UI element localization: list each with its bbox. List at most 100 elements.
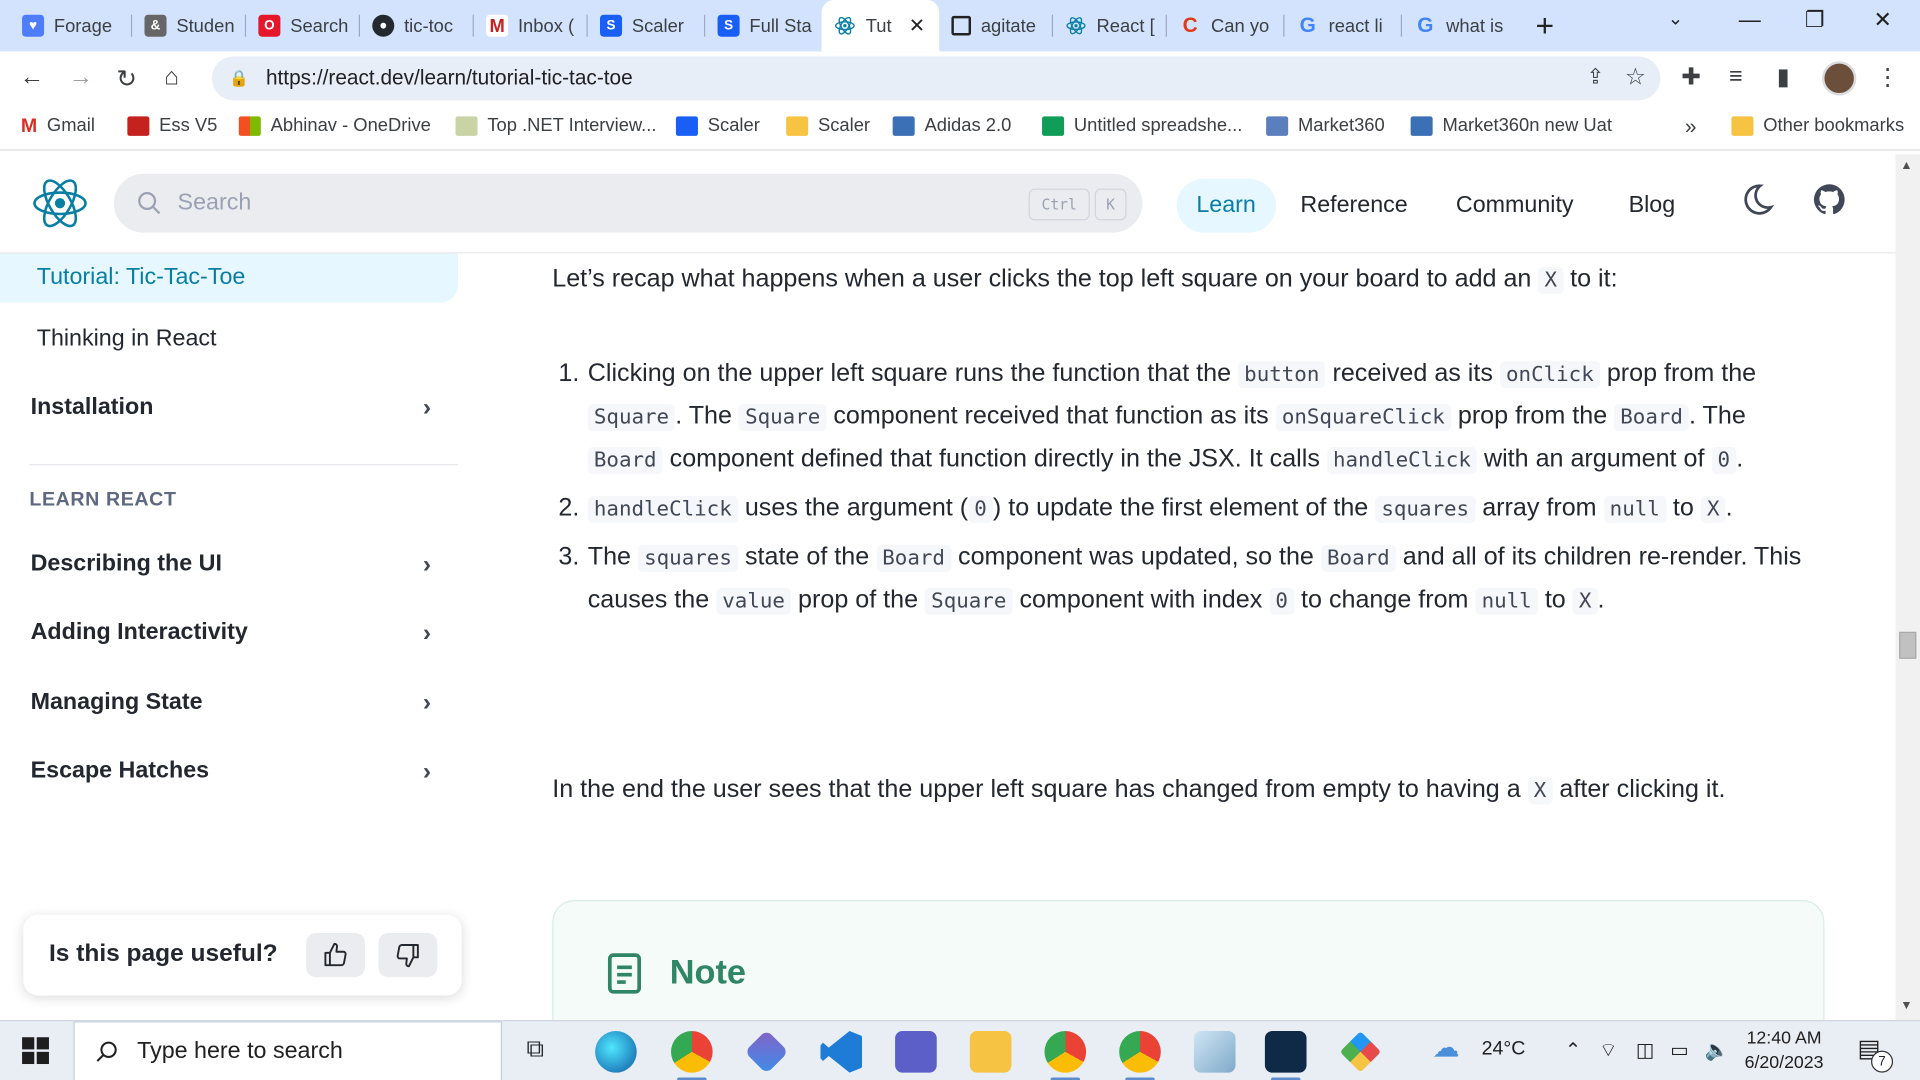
bookmark-spreadsheet[interactable]: Untitled spreadshe... bbox=[1042, 115, 1242, 136]
browser-tab[interactable]: C Can yo bbox=[1167, 5, 1285, 47]
extensions-icon[interactable]: ✚ bbox=[1681, 64, 1700, 92]
github-icon[interactable] bbox=[1811, 181, 1848, 218]
site-search-input[interactable]: Search Ctrl K bbox=[113, 173, 1143, 233]
windows-start-icon[interactable] bbox=[22, 1037, 49, 1065]
github-icon: ● bbox=[372, 14, 395, 37]
bookmark-onedrive[interactable]: Abhinav - OneDrive bbox=[238, 115, 431, 136]
weather-icon[interactable]: ☁ bbox=[1433, 1032, 1460, 1064]
minimize-icon[interactable]: — bbox=[1739, 7, 1761, 33]
sidebar-item-escape-hatches[interactable]: Escape Hatches › bbox=[0, 754, 458, 788]
task-view-icon[interactable]: ⧉ bbox=[527, 1036, 544, 1064]
browser-tab[interactable]: S Scaler bbox=[588, 5, 706, 47]
back-icon[interactable]: ← bbox=[20, 64, 44, 92]
browser-tab[interactable]: Gwhat is bbox=[1402, 5, 1520, 47]
list-item: 1. Clicking on the upper left square runs… bbox=[558, 358, 1757, 474]
lock-icon[interactable]: 🔒 bbox=[229, 69, 249, 89]
browser-tab[interactable]: agitate bbox=[939, 5, 1054, 47]
bookmark-scaler-folder[interactable]: Scaler bbox=[786, 115, 870, 136]
forward-icon[interactable]: → bbox=[69, 64, 93, 92]
sidebar-item-tutorial[interactable]: Tutorial: Tic-Tac-Toe bbox=[0, 253, 458, 303]
browser-tab[interactable]: S Full Sta bbox=[705, 5, 821, 47]
bookmark-dotnet[interactable]: Top .NET Interview... bbox=[455, 115, 656, 136]
forage-icon: ♥ bbox=[22, 14, 45, 37]
site-header: Search Ctrl K Learn Reference Community … bbox=[0, 154, 1920, 254]
taskbar-search-placeholder: Type here to search bbox=[137, 1037, 343, 1064]
file-explorer-icon[interactable] bbox=[969, 1031, 1012, 1073]
close-window-icon[interactable]: ✕ bbox=[1873, 7, 1891, 33]
close-tab-icon[interactable]: ✕ bbox=[909, 13, 925, 37]
chrome-icon[interactable] bbox=[671, 1031, 713, 1080]
address-bar[interactable]: 🔒 https://react.dev/learn/tutorial-tic-t… bbox=[211, 56, 1661, 101]
bookmark-adidas[interactable]: Adidas 2.0 bbox=[892, 115, 1011, 136]
scrollbar-thumb[interactable] bbox=[1899, 631, 1917, 659]
bookmarks-bar: M Gmail Ess V5 Abhinav - OneDrive Top .NE… bbox=[0, 105, 1920, 151]
scroll-down-icon[interactable]: ▼ bbox=[1900, 999, 1912, 1012]
edge-icon[interactable] bbox=[595, 1031, 637, 1073]
battery-icon[interactable]: ▭ bbox=[1670, 1038, 1689, 1062]
thumbs-up-button[interactable] bbox=[306, 933, 365, 978]
browser-tab[interactable]: ● tic-toc bbox=[360, 5, 474, 47]
nav-reference[interactable]: Reference bbox=[1281, 179, 1428, 233]
browser-tab[interactable]: M Inbox ( bbox=[474, 5, 588, 47]
git-app-icon[interactable] bbox=[1339, 1031, 1382, 1073]
notepad-icon[interactable] bbox=[1193, 1031, 1236, 1073]
side-panel-icon[interactable]: ▮ bbox=[1777, 64, 1790, 92]
volume-icon[interactable]: 🔈 bbox=[1704, 1038, 1728, 1062]
teams-icon[interactable] bbox=[895, 1031, 937, 1073]
bookmark-scaler[interactable]: Scaler bbox=[675, 115, 760, 136]
page-scrollbar[interactable]: ▲ ▼ bbox=[1895, 154, 1920, 1021]
bookmark-market360-uat[interactable]: Market360n new Uat bbox=[1410, 115, 1612, 136]
nav-learn[interactable]: Learn bbox=[1176, 178, 1276, 233]
browser-tab[interactable]: O Search bbox=[246, 5, 361, 47]
copilot-icon[interactable] bbox=[744, 1029, 789, 1074]
vscode-icon[interactable] bbox=[820, 1031, 863, 1073]
thumbs-down-button[interactable] bbox=[378, 933, 438, 978]
restore-icon[interactable]: ❐ bbox=[1805, 7, 1825, 33]
dark-mode-moon-icon[interactable] bbox=[1739, 181, 1776, 218]
teamviewer-icon[interactable] bbox=[1264, 1031, 1307, 1080]
taskbar-search-input[interactable]: Type here to search bbox=[73, 1021, 503, 1080]
browser-tab[interactable]: React [ bbox=[1053, 5, 1167, 47]
system-clock[interactable]: 12:40 AM 6/20/2023 bbox=[1729, 1026, 1839, 1075]
sidebar-item-thinking-in-react[interactable]: Thinking in React bbox=[0, 322, 458, 356]
browser-tab[interactable]: & Studen bbox=[132, 5, 247, 47]
microsoft-icon bbox=[238, 115, 261, 136]
weather-temp[interactable]: 24°C bbox=[1482, 1038, 1526, 1060]
react-logo-icon[interactable] bbox=[29, 174, 90, 233]
bookmark-other[interactable]: Other bookmarks bbox=[1731, 115, 1904, 136]
more-bookmarks-icon[interactable]: » bbox=[1685, 115, 1697, 139]
tab-search-icon[interactable]: ⌄ bbox=[1668, 7, 1683, 30]
tab-strip: ♥ Forage & Studen O Search ● tic-toc M Inbox … bbox=[0, 0, 1920, 52]
url-text[interactable]: https://react.dev/learn/tutorial-tic-tac… bbox=[266, 66, 633, 90]
media-icon[interactable]: ≡ bbox=[1729, 64, 1743, 91]
meet-icon[interactable]: ◫ bbox=[1636, 1038, 1655, 1062]
nav-blog[interactable]: Blog bbox=[1609, 179, 1695, 233]
bookmark-gmail[interactable]: M Gmail bbox=[21, 115, 95, 136]
bookmark-star-icon[interactable]: ☆ bbox=[1625, 64, 1646, 92]
chevron-right-icon: › bbox=[422, 393, 432, 421]
wifi-icon[interactable]: ⌔ bbox=[1599, 1038, 1617, 1062]
sidebar-item-describing-ui[interactable]: Describing the UI › bbox=[0, 547, 458, 581]
kbd-k: K bbox=[1094, 188, 1127, 221]
browser-tab[interactable]: Greact li bbox=[1284, 5, 1403, 47]
chrome-profile-icon[interactable] bbox=[1119, 1031, 1161, 1080]
profile-avatar[interactable] bbox=[1822, 61, 1857, 96]
sidebar-item-managing-state[interactable]: Managing State › bbox=[0, 686, 458, 720]
reload-icon[interactable]: ↻ bbox=[116, 64, 137, 95]
list-item: 3. The squares state of the Board compone… bbox=[558, 542, 1802, 615]
chrome-profile-icon[interactable] bbox=[1044, 1031, 1087, 1080]
home-icon[interactable]: ⌂ bbox=[164, 64, 179, 92]
dotnet-icon bbox=[455, 115, 478, 136]
menu-kebab-icon[interactable]: ⋮ bbox=[1876, 64, 1899, 92]
nav-community[interactable]: Community bbox=[1436, 179, 1593, 233]
sidebar-item-adding-interactivity[interactable]: Adding Interactivity › bbox=[0, 616, 458, 650]
sidebar-item-installation[interactable]: Installation › bbox=[0, 391, 458, 425]
tray-chevron-up-icon[interactable]: ⌃ bbox=[1565, 1038, 1581, 1062]
bookmark-ess[interactable]: Ess V5 bbox=[127, 115, 217, 136]
browser-tab[interactable]: ♥ Forage bbox=[10, 5, 133, 47]
browser-tab-active[interactable]: Tut ✕ bbox=[821, 0, 940, 52]
scroll-up-icon[interactable]: ▲ bbox=[1900, 159, 1912, 172]
share-icon[interactable]: ⇪ bbox=[1587, 65, 1604, 89]
new-tab-button[interactable]: + bbox=[1536, 7, 1555, 45]
bookmark-market360[interactable]: Market360 bbox=[1266, 115, 1385, 136]
